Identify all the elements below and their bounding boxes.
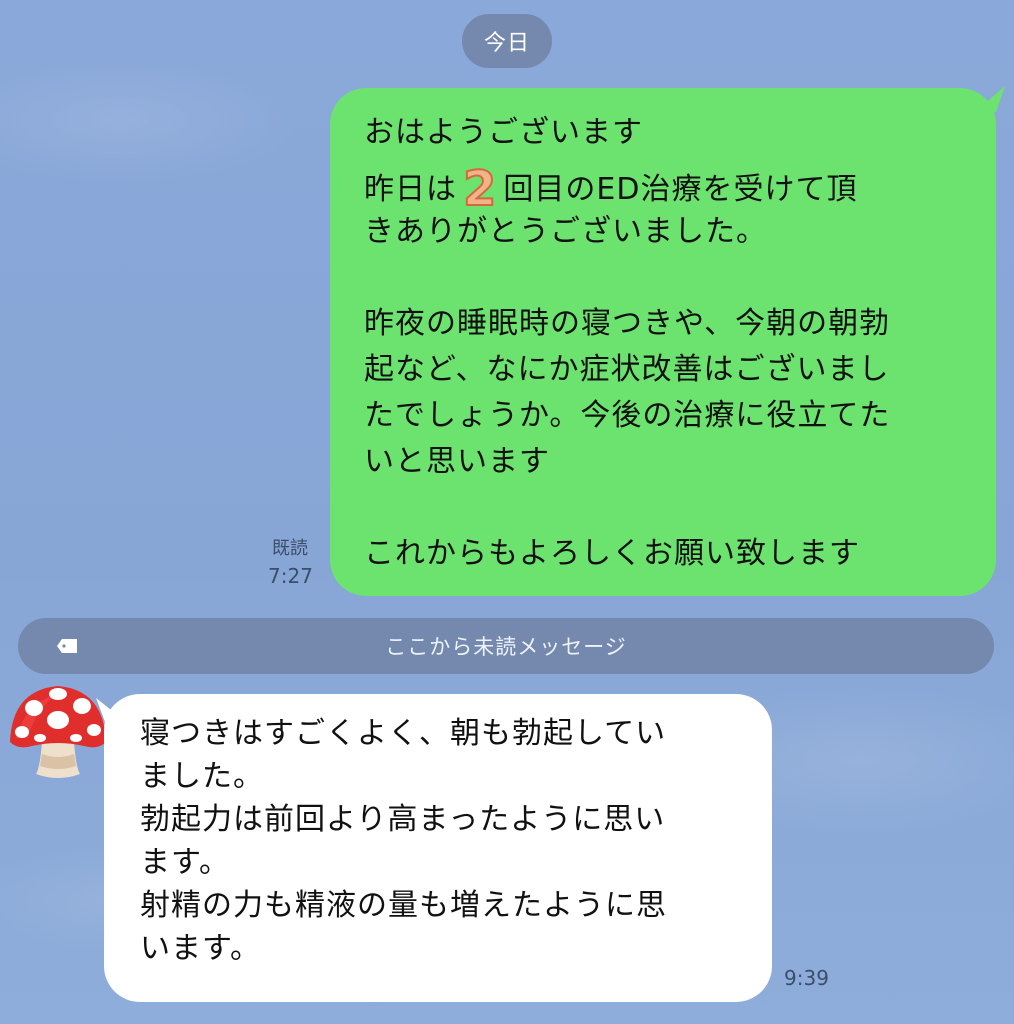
message-line: 勃起力は前回より高まったように思い — [140, 802, 666, 837]
unread-messages-divider: ここから未読メッセージ — [18, 618, 994, 674]
outgoing-message-bubble[interactable]: おはようございます 昨日は 2 回目のED治療を受けて頂 きありがとうございました。… — [330, 88, 996, 596]
message-line: いと思います — [364, 444, 550, 479]
message-line: 寝つきはすごくよく、朝も勃起してい — [140, 716, 667, 751]
message-line: おはようございます — [364, 115, 643, 150]
tag-icon — [57, 639, 77, 653]
message-line: 起など、なにか症状改善はございまし — [364, 352, 890, 387]
incoming-message-bubble[interactable]: 寝つきはすごくよく、朝も勃起してい ました。 勃起力は前回より高まったように思い… — [104, 694, 772, 1002]
message-line: ます。 — [140, 845, 230, 880]
message-line: 射精の力も精液の量も増えたように思 — [140, 888, 667, 923]
read-receipt: 既読 — [272, 538, 308, 559]
date-separator: 今日 — [462, 14, 552, 68]
message-line-part: 昨日は — [364, 172, 457, 207]
message-line-part: 回目のED治療を受けて頂 — [503, 172, 858, 207]
message-line: きありがとうございました。 — [364, 214, 767, 249]
message-line: たでしょうか。今後の治療に役立てた — [364, 398, 891, 433]
number-two-emoji-icon: 2 — [462, 161, 498, 217]
date-label: 今日 — [483, 31, 530, 56]
message-line: これからもよろしくお願い致します — [364, 536, 860, 571]
message-line: います。 — [140, 931, 261, 966]
mushroom-icon[interactable] — [6, 682, 110, 786]
message-line: 昨夜の睡眠時の寝つきや、今朝の朝勃 — [364, 306, 891, 341]
unread-divider-label: ここから未読メッセージ — [385, 635, 627, 659]
incoming-timestamp: 9:39 — [784, 966, 829, 990]
outgoing-timestamp: 7:27 — [268, 564, 313, 588]
message-line: 昨日は 2 回目のED治療を受けて頂 — [364, 161, 964, 217]
message-line: ました。 — [140, 759, 264, 794]
